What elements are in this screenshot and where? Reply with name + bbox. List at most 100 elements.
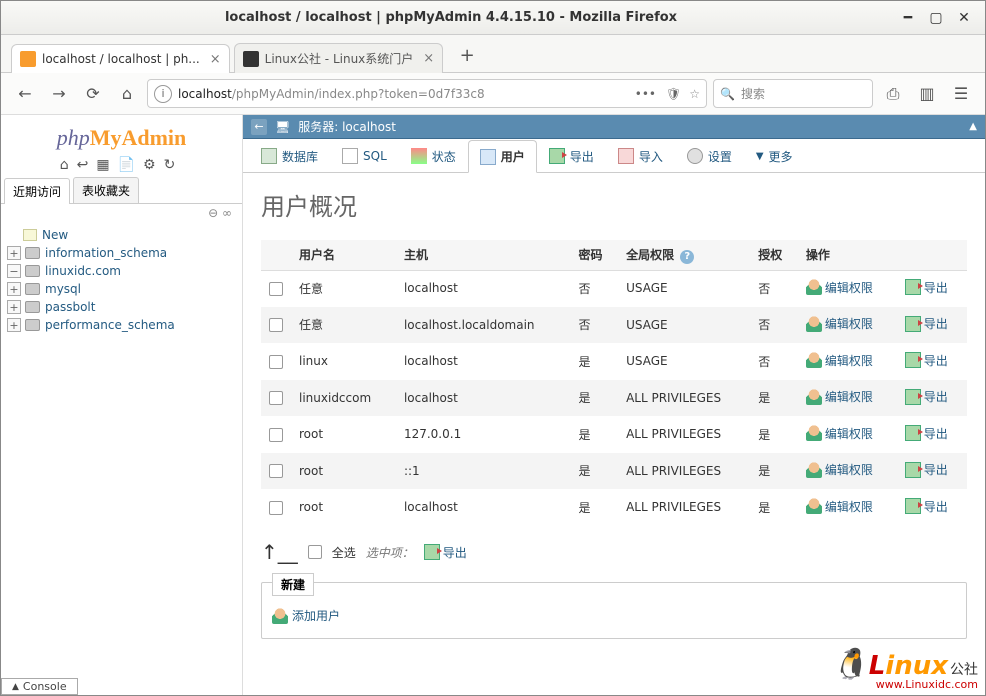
menu-button[interactable]: ☰	[947, 80, 975, 108]
edit-privileges-link[interactable]: 编辑权限	[806, 352, 873, 369]
sql-icon[interactable]: ▦	[96, 157, 117, 173]
tree-db-item[interactable]: −linuxidc.com	[7, 262, 236, 280]
close-tab-icon[interactable]: ×	[210, 52, 221, 67]
edit-privileges-link[interactable]: 编辑权限	[806, 388, 873, 405]
check-all-label[interactable]: 全选	[332, 544, 356, 561]
watermark: 🐧Linux公社 www.Linuxidc.com	[831, 647, 978, 691]
cell-user: linux	[291, 343, 396, 380]
add-user-link[interactable]: 添加用户	[272, 607, 340, 624]
settings-icon[interactable]: ⚙	[143, 157, 164, 173]
cell-host: localhost	[396, 489, 571, 526]
menu-users[interactable]: 用户	[468, 140, 537, 173]
close-button[interactable]: ✕	[953, 7, 975, 29]
page-actions-icon[interactable]: •••	[629, 87, 662, 101]
browser-tab-inactive[interactable]: Linux公社 - Linux系统门户 ×	[234, 43, 444, 73]
check-all-box[interactable]	[308, 545, 322, 559]
menu-export[interactable]: 导出	[537, 139, 606, 172]
pma-favicon	[20, 51, 36, 67]
library-button[interactable]: ⎙	[879, 80, 907, 108]
browser-tab-active[interactable]: localhost / localhost | ph... ×	[11, 44, 230, 73]
row-checkbox[interactable]	[269, 464, 283, 478]
export-user-link[interactable]: 导出	[905, 352, 948, 369]
expander-icon[interactable]: +	[7, 282, 21, 296]
menu-settings[interactable]: 设置	[675, 139, 744, 172]
table-row[interactable]: 任意localhost否USAGE否编辑权限导出	[261, 270, 967, 307]
home-icon[interactable]: ⌂	[60, 157, 77, 173]
cell-global: USAGE	[618, 343, 750, 380]
minimize-button[interactable]: ━	[897, 7, 919, 29]
edit-privileges-link[interactable]: 编辑权限	[806, 425, 873, 442]
export-icon	[905, 316, 921, 332]
table-row[interactable]: root127.0.0.1是ALL PRIVILEGES是编辑权限导出	[261, 416, 967, 453]
url-bar[interactable]: i localhost/phpMyAdmin/index.php?token=0…	[147, 79, 707, 108]
tab-favorites[interactable]: 表收藏夹	[73, 177, 139, 203]
menu-more[interactable]: ▼更多	[744, 139, 805, 172]
maximize-button[interactable]: ▢	[925, 7, 947, 29]
expander-icon[interactable]: +	[7, 246, 21, 260]
tree-db-item[interactable]: +passbolt	[7, 298, 236, 316]
search-bar[interactable]: 🔍 搜索	[713, 79, 873, 108]
close-tab-icon[interactable]: ×	[423, 51, 434, 66]
menu-import[interactable]: 导入	[606, 139, 675, 172]
pma-logo[interactable]: phpMyAdmin	[1, 119, 242, 153]
menu-databases[interactable]: 数据库	[249, 139, 330, 172]
user-icon	[806, 462, 822, 478]
menu-status[interactable]: 状态	[399, 139, 468, 172]
row-checkbox[interactable]	[269, 355, 283, 369]
menu-sql[interactable]: SQL	[330, 139, 399, 172]
cell-pwd: 是	[570, 343, 618, 380]
export-user-link[interactable]: 导出	[905, 425, 948, 442]
table-row[interactable]: linuxidccomlocalhost是ALL PRIVILEGES是编辑权限…	[261, 380, 967, 417]
page-title: 用户概况	[261, 187, 967, 222]
fieldset-legend: 新建	[272, 573, 314, 596]
collapse-icon[interactable]: ▲	[969, 121, 977, 132]
forward-button[interactable]: →	[45, 80, 73, 108]
export-user-link[interactable]: 导出	[905, 279, 948, 296]
expander-icon[interactable]: +	[7, 318, 21, 332]
collapse-toggle[interactable]: ⊖ ∞	[1, 204, 242, 222]
reload-icon[interactable]: ↻	[164, 157, 184, 173]
export-selected-link[interactable]: 导出	[424, 544, 467, 561]
edit-privileges-link[interactable]: 编辑权限	[806, 279, 873, 296]
db-tree: New +information_schema −linuxidc.com +m…	[1, 222, 242, 338]
edit-privileges-link[interactable]: 编辑权限	[806, 315, 873, 332]
export-user-link[interactable]: 导出	[905, 461, 948, 478]
export-user-link[interactable]: 导出	[905, 315, 948, 332]
cell-grant: 否	[750, 343, 798, 380]
tux-icon: 🐧	[831, 647, 868, 682]
back-button[interactable]: ←	[11, 80, 39, 108]
table-row[interactable]: root::1是ALL PRIVILEGES是编辑权限导出	[261, 453, 967, 490]
tree-db-item[interactable]: +information_schema	[7, 244, 236, 262]
home-button[interactable]: ⌂	[113, 80, 141, 108]
tree-new-db[interactable]: New	[7, 226, 236, 244]
row-checkbox[interactable]	[269, 391, 283, 405]
export-user-link[interactable]: 导出	[905, 388, 948, 405]
docs-icon[interactable]: 📄	[118, 157, 143, 173]
tab-recent[interactable]: 近期访问	[4, 178, 70, 204]
sidebar-button[interactable]: ▥	[913, 80, 941, 108]
table-row[interactable]: rootlocalhost是ALL PRIVILEGES是编辑权限导出	[261, 489, 967, 526]
tree-db-item[interactable]: +mysql	[7, 280, 236, 298]
url-host: localhost	[178, 87, 232, 101]
edit-privileges-link[interactable]: 编辑权限	[806, 498, 873, 515]
server-back-icon[interactable]: ←	[251, 119, 267, 135]
row-checkbox[interactable]	[269, 318, 283, 332]
new-tab-button[interactable]: +	[453, 41, 481, 69]
row-checkbox[interactable]	[269, 428, 283, 442]
row-checkbox[interactable]	[269, 282, 283, 296]
site-info-icon[interactable]: i	[154, 85, 172, 103]
tree-db-item[interactable]: +performance_schema	[7, 316, 236, 334]
logout-icon[interactable]: ↩	[77, 157, 97, 173]
table-row[interactable]: 任意localhost.localdomain否USAGE否编辑权限导出	[261, 307, 967, 344]
export-user-link[interactable]: 导出	[905, 498, 948, 515]
help-icon[interactable]: ?	[680, 250, 694, 264]
row-checkbox[interactable]	[269, 501, 283, 515]
edit-privileges-link[interactable]: 编辑权限	[806, 461, 873, 478]
bookmark-star-icon[interactable]: ☆	[689, 87, 700, 101]
expander-icon[interactable]: +	[7, 300, 21, 314]
expander-icon[interactable]: −	[7, 264, 21, 278]
reload-button[interactable]: ⟳	[79, 80, 107, 108]
cell-host: localhost.localdomain	[396, 307, 571, 344]
tracking-shield-icon[interactable]: 🛡	[666, 87, 681, 101]
table-row[interactable]: linuxlocalhost是USAGE否编辑权限导出	[261, 343, 967, 380]
